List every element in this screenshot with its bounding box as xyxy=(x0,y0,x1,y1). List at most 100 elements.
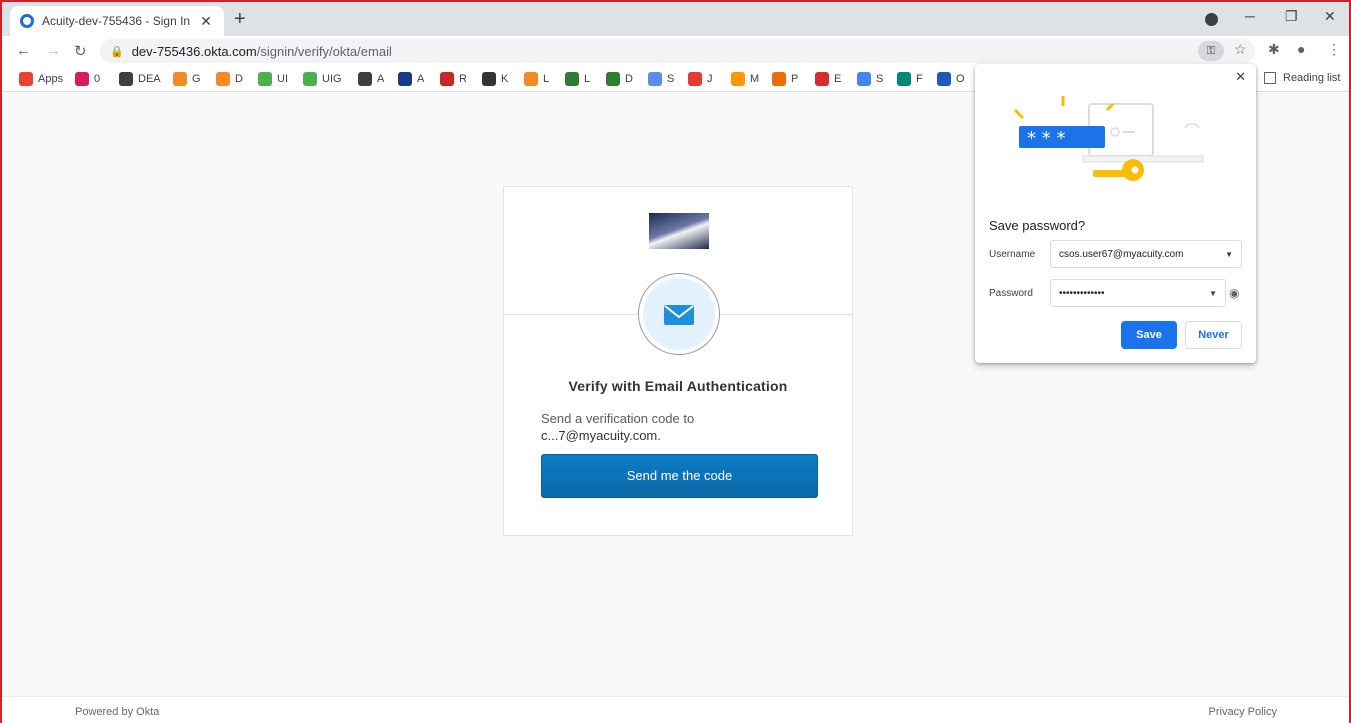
bookmark-label: 0 xyxy=(94,73,101,85)
minimize-icon[interactable]: ─ xyxy=(1245,8,1255,24)
tab-active[interactable]: Acuity-dev-755436 - Sign In ✕ xyxy=(10,6,224,36)
bookmark-label: DEA xyxy=(138,73,161,85)
bookmark-item[interactable]: L xyxy=(565,72,590,86)
acuity-logo xyxy=(649,213,709,249)
password-select[interactable]: ••••••••••••• ▼ xyxy=(1050,279,1226,307)
bookmark-favicon-icon xyxy=(524,72,538,86)
back-icon[interactable]: ← xyxy=(16,42,31,59)
send-code-button[interactable]: Send me the code xyxy=(541,454,818,498)
bookmark-item[interactable]: M xyxy=(731,72,759,86)
bookmark-label: G xyxy=(192,73,201,85)
bookmark-item[interactable]: D xyxy=(606,72,633,86)
save-password-dialog: ✕ * * * Save password? Username csos.use… xyxy=(975,64,1256,363)
bookmark-label: L xyxy=(543,73,550,85)
svg-text:* * *: * * * xyxy=(1027,128,1065,149)
reading-list-label: Reading list xyxy=(1283,72,1341,84)
tab-close-icon[interactable]: ✕ xyxy=(198,13,214,30)
bookmark-label: F xyxy=(916,73,923,85)
privacy-policy-link[interactable]: Privacy Policy xyxy=(1209,706,1277,718)
reload-icon[interactable]: ↻ xyxy=(74,42,87,60)
never-save-button[interactable]: Never xyxy=(1185,321,1242,349)
url-text: dev-755436.okta.com/signin/verify/okta/e… xyxy=(132,44,392,59)
bookmark-item[interactable]: A xyxy=(358,72,384,86)
bookmark-item[interactable]: 0 xyxy=(75,72,100,86)
bookmark-star-icon[interactable]: ☆ xyxy=(1234,41,1247,58)
tab-title: Acuity-dev-755436 - Sign In xyxy=(42,14,191,28)
tab-strip: Acuity-dev-755436 - Sign In ✕ + ─ ❐ ✕ xyxy=(2,2,1349,36)
bookmark-label: A xyxy=(377,73,385,85)
restore-icon[interactable]: ❐ xyxy=(1285,8,1298,25)
bookmark-label: A xyxy=(417,73,425,85)
bookmark-favicon-icon xyxy=(565,72,579,86)
bookmark-favicon-icon xyxy=(897,72,911,86)
bookmark-item[interactable]: G xyxy=(173,72,201,86)
bookmark-label: M xyxy=(750,73,760,85)
bookmark-item[interactable]: P xyxy=(772,72,798,86)
tab-search-icon[interactable] xyxy=(1205,13,1218,26)
bookmark-item[interactable]: K xyxy=(482,72,508,86)
reading-list-icon xyxy=(1264,72,1276,84)
bookmark-item[interactable]: S xyxy=(648,72,674,86)
bookmark-favicon-icon xyxy=(937,72,951,86)
verification-description: Send a verification code to xyxy=(541,411,695,426)
username-select[interactable]: csos.user67@myacuity.com ▼ xyxy=(1050,240,1242,268)
bookmark-label: Apps xyxy=(38,73,64,85)
bookmark-label: UIG xyxy=(322,73,342,85)
save-password-button[interactable]: Save xyxy=(1121,321,1177,349)
bookmark-item[interactable]: E xyxy=(815,72,841,86)
bookmark-label: O xyxy=(956,73,965,85)
bookmark-label: S xyxy=(876,73,884,85)
bookmark-favicon-icon xyxy=(19,72,33,86)
bookmark-label: P xyxy=(791,73,799,85)
bookmark-item[interactable]: J xyxy=(688,72,713,86)
lock-icon[interactable]: 🔒 xyxy=(110,45,124,58)
okta-favicon-icon xyxy=(20,14,34,28)
password-key-icon[interactable]: ⚿ xyxy=(1198,41,1224,61)
bookmark-item[interactable]: L xyxy=(524,72,549,86)
browser-window: Acuity-dev-755436 - Sign In ✕ + ─ ❐ ✕ ← … xyxy=(0,0,1351,723)
bookmark-item[interactable]: O xyxy=(937,72,965,86)
bookmark-favicon-icon xyxy=(482,72,496,86)
bookmark-label: D xyxy=(235,73,243,85)
powered-by-okta: Powered by Okta xyxy=(75,706,160,718)
bookmark-item[interactable]: F xyxy=(897,72,923,86)
bookmark-label: S xyxy=(667,73,675,85)
bookmark-item[interactable]: R xyxy=(440,72,467,86)
reading-list-button[interactable]: Reading list xyxy=(1264,72,1340,84)
bookmark-favicon-icon xyxy=(398,72,412,86)
window-close-icon[interactable]: ✕ xyxy=(1324,8,1336,25)
bookmark-item[interactable]: Apps xyxy=(19,72,63,86)
bookmark-item[interactable]: S xyxy=(857,72,883,86)
new-tab-button[interactable]: + xyxy=(234,8,246,31)
okta-sign-in-card: Verify with Email Authentication Send a … xyxy=(503,186,853,536)
extensions-icon[interactable]: ✱ xyxy=(1268,41,1280,58)
bookmark-item[interactable]: UIG xyxy=(303,72,342,86)
username-label: Username xyxy=(989,249,1036,260)
bookmark-item[interactable]: A xyxy=(398,72,424,86)
bookmark-favicon-icon xyxy=(216,72,230,86)
url-host: dev-755436.okta.com xyxy=(131,43,257,59)
envelope-icon xyxy=(664,305,694,325)
bookmark-item[interactable]: UI xyxy=(258,72,288,86)
bookmark-favicon-icon xyxy=(358,72,372,86)
bookmark-favicon-icon xyxy=(75,72,89,86)
profile-icon[interactable]: ● xyxy=(1297,41,1305,57)
forward-icon[interactable]: → xyxy=(46,42,61,59)
masked-email: c...7@myacuity.com. xyxy=(541,428,661,443)
chevron-down-icon: ▼ xyxy=(1225,249,1233,259)
show-password-icon[interactable]: ◉ xyxy=(1229,286,1239,300)
bookmark-favicon-icon xyxy=(258,72,272,86)
address-bar[interactable]: 🔒 dev-755436.okta.com/signin/verify/okta… xyxy=(100,39,1255,63)
bookmark-label: D xyxy=(625,73,633,85)
page-footer: Powered by Okta Privacy Policy xyxy=(2,696,1349,723)
email-factor-icon xyxy=(638,273,720,355)
page-title: Verify with Email Authentication xyxy=(568,378,788,394)
bookmark-favicon-icon xyxy=(606,72,620,86)
bookmark-label: UI xyxy=(277,73,288,85)
bookmark-favicon-icon xyxy=(173,72,187,86)
bookmark-item[interactable]: DEA xyxy=(119,72,161,86)
menu-icon[interactable]: ⋮ xyxy=(1327,41,1341,58)
bookmark-item[interactable]: D xyxy=(216,72,243,86)
bookmark-label: L xyxy=(584,73,591,85)
dialog-close-icon[interactable]: ✕ xyxy=(1235,69,1246,85)
